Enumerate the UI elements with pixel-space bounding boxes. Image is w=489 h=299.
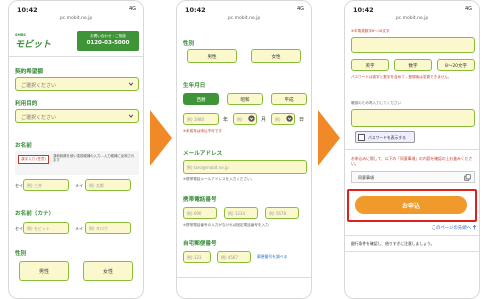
birth-month-select[interactable]: 例)	[233, 113, 257, 125]
day-ph: 例)	[275, 117, 281, 122]
url-bar[interactable]: pc.mobit.ne.jp	[345, 16, 479, 21]
mobile-label: 携帯電話番号	[183, 197, 217, 203]
era-seireki[interactable]: 西暦	[183, 93, 219, 105]
zip-part2-input[interactable]: 例) 4567	[217, 251, 251, 263]
female-option[interactable]: 女性	[251, 49, 301, 63]
gender-label: 性別	[183, 41, 195, 47]
pw-confirm-label: 確認のため再入力してください	[351, 101, 402, 105]
highlight-frame: お申込	[347, 189, 477, 222]
birth-day-select[interactable]: 例)	[271, 113, 295, 125]
phone-screen-2: 10:42 4G pc.mobit.ne.jp 性別 男性 女性 生年月日 西暦…	[176, 0, 312, 299]
email-note: ※携帯電話メールアドレスを入力ください。	[183, 177, 255, 181]
mei-label: メイ	[75, 183, 83, 188]
external-link-icon	[464, 174, 471, 181]
first-name-input[interactable]: 例) 太郎	[85, 179, 131, 191]
bottom-note: 銀行条件を確認し、借りすぎに注意しましょう。	[351, 241, 435, 246]
status-bar: 10:42 4G pc.mobit.ne.jp	[9, 1, 143, 25]
kana-label: お名前（カナ）	[15, 211, 55, 217]
page-top-link[interactable]: このページの先頭へ	[432, 225, 471, 231]
month-ph: 例)	[237, 117, 243, 122]
url-bar[interactable]: pc.mobit.ne.jp	[177, 16, 311, 21]
year-unit: 年	[223, 117, 229, 123]
arrow-up-icon	[472, 225, 477, 230]
chevron-down-icon	[128, 82, 134, 86]
status-time: 10:42	[17, 6, 38, 14]
email-input[interactable]: 例) taro@mobit.ne.jp	[183, 160, 307, 174]
last-name-input[interactable]: 例) 三井	[23, 179, 69, 191]
pw-notes: パスワードは英字と数字を含めて…登録後は変更できません。	[351, 75, 452, 79]
contact-phone: 0120-03-5000	[86, 40, 130, 46]
chevron-down-icon	[128, 114, 134, 118]
password-confirm-input[interactable]	[351, 109, 475, 127]
signal-indicator: 4G	[128, 6, 136, 12]
birth-label: 生年月日	[183, 83, 206, 89]
pw-type-alpha: 英字	[351, 59, 389, 71]
amount-select[interactable]: ご選択ください	[15, 77, 139, 91]
zip-part1-input[interactable]: 例) 123	[183, 251, 211, 263]
female-option[interactable]: 女性	[83, 261, 133, 281]
era-heisei[interactable]: 平成	[271, 93, 307, 105]
phone-screen-3: 10:42 4G pc.mobit.ne.jp ※半角英数字8～16文字 英字 …	[344, 0, 480, 299]
name-note-box: 漢字入力 (任意) 漢和辞典を使い変換候補の入力…入力候補に反映されます	[15, 151, 139, 175]
male-option[interactable]: 男性	[187, 49, 237, 63]
name-note: 漢和辞典を使い変換候補の入力…入力候補に反映されます	[53, 154, 135, 163]
status-bar: 10:42 4G pc.mobit.ne.jp	[177, 1, 311, 25]
amount-label: 契約希望額	[15, 69, 43, 75]
email-label: メールアドレス	[183, 151, 223, 157]
male-label: 男性	[19, 261, 69, 281]
zip-lookup-link[interactable]: 郵便番号を調べる	[257, 254, 287, 260]
status-time: 10:42	[185, 6, 206, 14]
chevron-circle-icon	[286, 115, 293, 122]
month-unit: 月	[261, 117, 267, 123]
pw-type-length: 8～20文字	[437, 59, 475, 71]
purpose-placeholder: ご選択ください	[21, 114, 57, 121]
era-showa[interactable]: 昭和	[227, 93, 263, 105]
contact-box[interactable]: お問い合わせ・ご相談 0120-03-5000	[77, 31, 139, 51]
name-label: お名前	[15, 143, 32, 149]
pw-type-num: 数字	[394, 59, 432, 71]
purpose-label: 利用目的	[15, 101, 38, 107]
next-step-arrow	[150, 110, 172, 166]
mobit-logo[interactable]: モビット	[15, 37, 51, 50]
birth-year-input[interactable]: 例) 1980	[183, 113, 219, 125]
signal-indicator: 4G	[296, 6, 304, 12]
amount-placeholder: ご選択ください	[21, 82, 57, 89]
status-bar: 10:42 4G pc.mobit.ne.jp	[345, 1, 479, 25]
password-input[interactable]	[351, 37, 475, 53]
mobile-part1-input[interactable]: 例) 090	[183, 207, 217, 219]
pw-top-note: ※半角英数字8～16文字	[351, 29, 390, 33]
zip-label: 自宅郵便番号	[183, 241, 217, 247]
agree-note: お申込みに際して、以下の「同意事項」の内容を確認の上お進みください。	[351, 156, 473, 166]
male-option[interactable]: 男性	[19, 261, 69, 281]
checkbox-icon	[358, 134, 365, 141]
mobile-part3-input[interactable]: 例) 5678	[265, 207, 299, 219]
phone-screen-1: 10:42 4G pc.mobit.ne.jp SMBC モビット お問い合わせ…	[8, 0, 144, 299]
signal-indicator: 4G	[464, 6, 472, 12]
chevron-circle-icon	[248, 115, 255, 122]
gender-label: 性別	[15, 251, 27, 257]
agree-panel[interactable]: 同意事項	[351, 171, 475, 183]
last-name-kana-input[interactable]: 例) モビット	[23, 222, 69, 234]
agree-label: 同意事項	[358, 175, 374, 180]
contact-title: お問い合わせ・ご相談	[90, 34, 126, 38]
next-step-arrow	[318, 110, 340, 166]
sei-kana-label: セイ	[15, 226, 23, 231]
sei-label: セイ	[15, 183, 23, 188]
female-label: 女性	[83, 261, 133, 281]
mobile-part2-input[interactable]: 例) 1234	[224, 207, 258, 219]
mobile-note: ※携帯電話番号の入力がなければ固定電話番号を入力	[183, 223, 269, 227]
show-password-toggle[interactable]: パスワードを表示する	[355, 131, 415, 143]
first-name-kana-input[interactable]: 例) タロウ	[85, 222, 131, 234]
purpose-select[interactable]: ご選択ください	[15, 109, 139, 123]
kanji-badge[interactable]: 漢字入力 (任意)	[18, 155, 49, 164]
url-bar[interactable]: pc.mobit.ne.jp	[9, 16, 143, 21]
birth-note: ※未成年は申込不可です	[183, 129, 222, 133]
apply-button[interactable]: お申込	[355, 196, 467, 214]
show-password-label: パスワードを表示する	[368, 135, 406, 140]
status-time: 10:42	[353, 6, 374, 14]
mei-kana-label: メイ	[75, 226, 83, 231]
day-unit: 日	[299, 117, 305, 123]
